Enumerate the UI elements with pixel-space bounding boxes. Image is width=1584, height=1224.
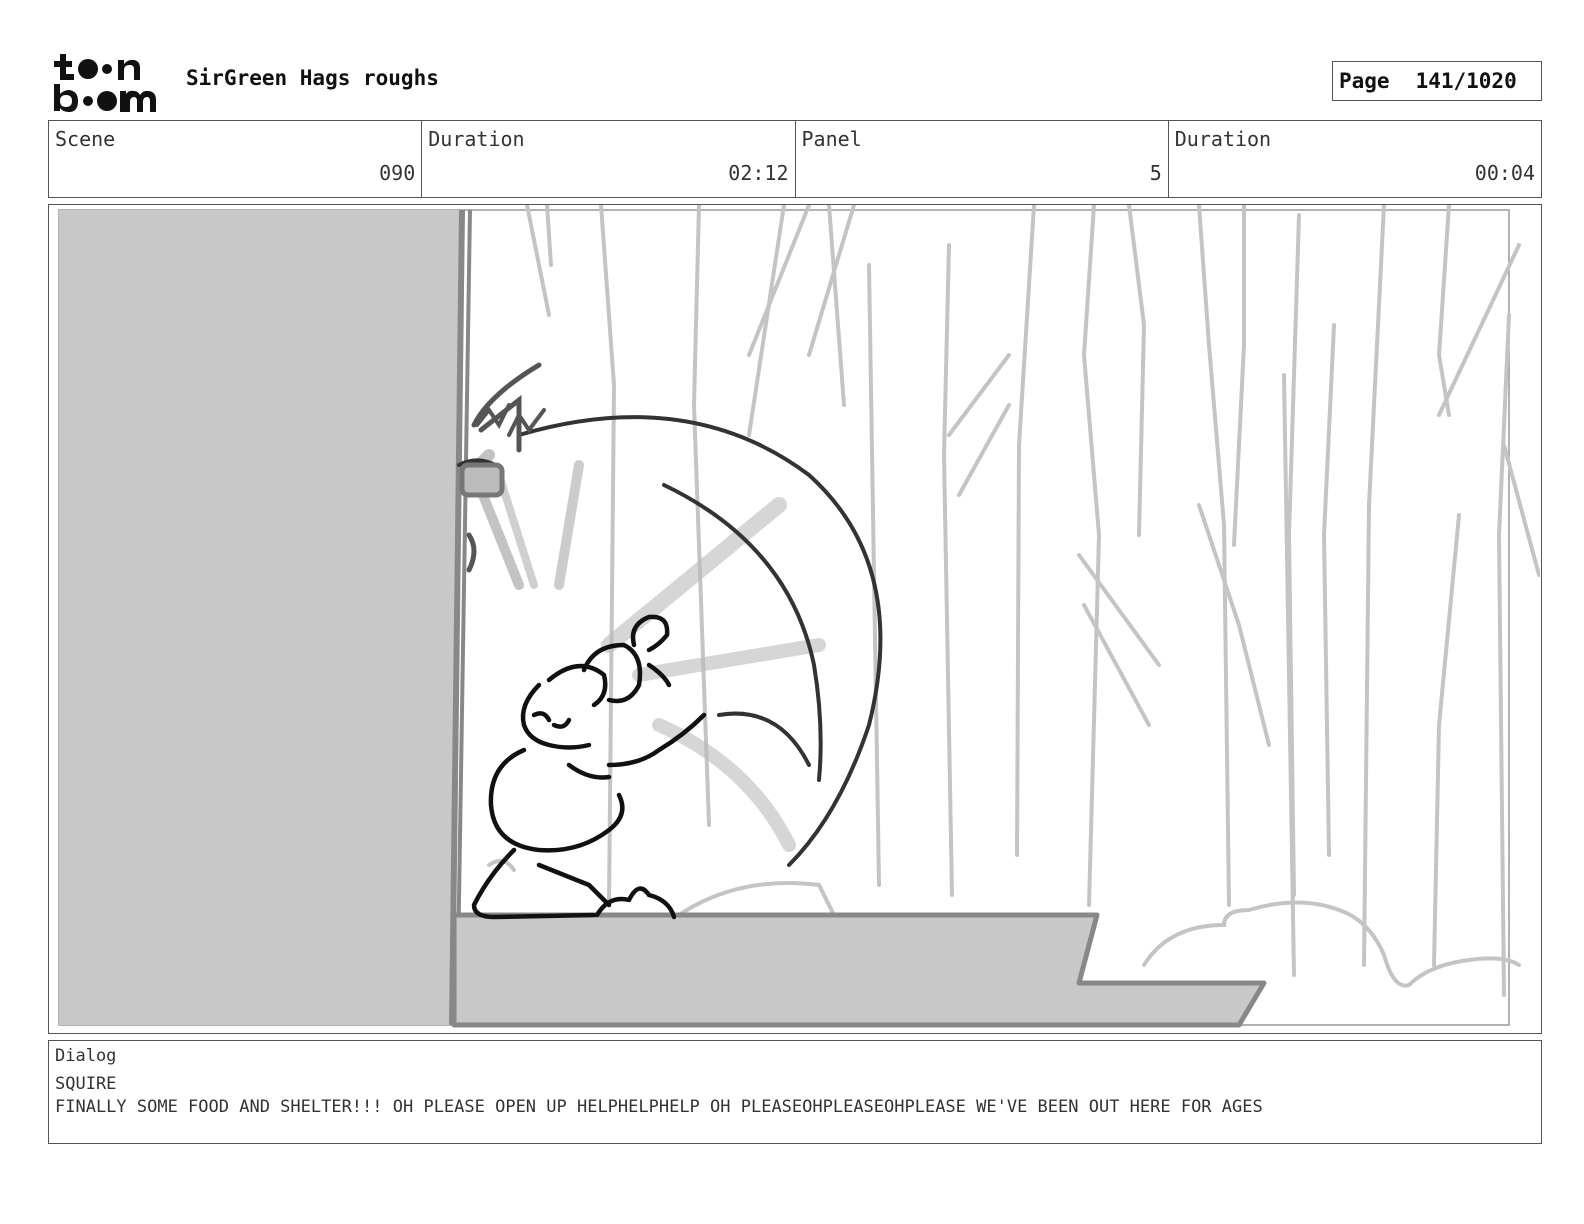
scene-duration-label: Duration	[428, 127, 525, 151]
project-title: SirGreen Hags roughs	[186, 66, 439, 90]
wall	[59, 210, 462, 1025]
toonboom-logo	[54, 54, 156, 112]
panel-info-table: Scene 090 Duration 02:12 Panel 5 Duratio…	[48, 120, 1542, 198]
ground-step	[451, 912, 1267, 1028]
panel-value: 5	[1149, 161, 1162, 185]
page-number: 141/1020	[1415, 69, 1517, 93]
page-label: Page	[1339, 69, 1390, 93]
scene-duration-value: 02:12	[728, 161, 789, 185]
panel-label: Panel	[801, 127, 862, 151]
squire-character	[471, 614, 707, 920]
panel-duration-label: Duration	[1174, 127, 1272, 151]
scene-label: Scene	[55, 127, 116, 151]
scene-cell: Scene 090	[49, 121, 423, 197]
dialog-box: Dialog SQUIRE FINALLY SOME FOOD AND SHEL…	[48, 1040, 1542, 1144]
storyboard-panel	[48, 204, 1542, 1034]
dialog-line: FINALLY SOME FOOD AND SHELTER!!! OH PLEA…	[55, 1097, 1263, 1117]
scene-value: 090	[379, 161, 416, 185]
motion-lines	[463, 449, 826, 852]
page-indicator: Page 141/1020	[1332, 61, 1542, 101]
panel-duration-value: 00:04	[1474, 161, 1535, 185]
background-trees	[525, 205, 1540, 997]
dialog-label: Dialog	[55, 1046, 117, 1066]
scene-duration-cell: Duration 02:12	[422, 121, 796, 197]
dialog-speaker: SQUIRE	[55, 1074, 117, 1094]
panel-duration-cell: Duration 00:04	[1169, 121, 1541, 197]
panel-cell: Panel 5	[796, 121, 1169, 197]
panel-sketch	[58, 205, 1540, 1028]
